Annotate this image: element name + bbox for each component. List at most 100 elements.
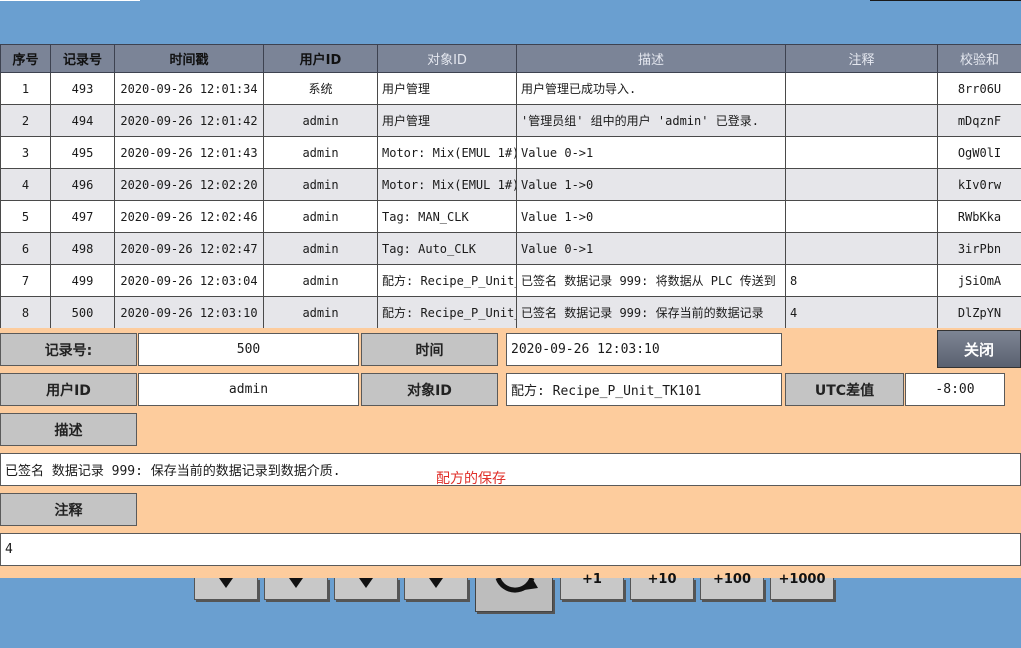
col-header-timestamp[interactable]: 时间戳 — [114, 44, 264, 73]
cell-comment — [785, 136, 938, 169]
comment-field[interactable]: 4 — [0, 533, 1021, 566]
object-label: 对象ID — [361, 373, 498, 406]
cell-description: Value 1->0 — [516, 168, 786, 201]
cell-checksum: DlZpYN — [937, 296, 1021, 329]
cell-timestamp: 2020-09-26 12:03:10 — [114, 296, 264, 329]
time-field[interactable]: 2020-09-26 12:03:10 — [506, 333, 782, 366]
col-header-index[interactable]: 序号 — [0, 44, 51, 73]
table-row[interactable]: 7 499 2020-09-26 12:03:04 admin 配方: Recipe_P… — [0, 264, 1021, 297]
col-header-record[interactable]: 记录号 — [50, 44, 115, 73]
cell-timestamp: 2020-09-26 12:02:47 — [114, 232, 264, 265]
cell-timestamp: 2020-09-26 12:02:20 — [114, 168, 264, 201]
cell-index: 4 — [0, 168, 51, 201]
cell-record: 494 — [50, 104, 115, 137]
col-header-object[interactable]: 对象ID — [377, 44, 517, 73]
cell-comment — [785, 168, 938, 201]
cell-timestamp: 2020-09-26 12:02:46 — [114, 200, 264, 233]
cell-user: admin — [263, 104, 378, 137]
cell-index: 6 — [0, 232, 51, 265]
cell-object: 配方: Recipe_P_Unit_ — [377, 296, 517, 329]
table-row[interactable]: 6 498 2020-09-26 12:02:47 admin Tag: Auto_CL… — [0, 232, 1021, 265]
cell-description: Value 1->0 — [516, 200, 786, 233]
nav-plus1000-label: +1000 — [778, 572, 826, 587]
table-row[interactable]: 1 493 2020-09-26 12:01:34 系统 用户管理 用户管理已成功导入. 8… — [0, 72, 1021, 105]
col-header-description[interactable]: 描述 — [516, 44, 786, 73]
table-row[interactable]: 4 496 2020-09-26 12:02:20 admin Motor: Mix(E… — [0, 168, 1021, 201]
nav-plus1000-button[interactable]: +1000 — [770, 572, 834, 600]
col-header-user[interactable]: 用户ID — [263, 44, 378, 73]
object-field[interactable]: 配方: Recipe_P_Unit_TK101 — [506, 373, 782, 406]
arrow-down-icon — [429, 578, 443, 588]
utc-label: UTC差值 — [785, 373, 904, 406]
cell-timestamp: 2020-09-26 12:01:34 — [114, 72, 264, 105]
refresh-button[interactable] — [475, 576, 553, 612]
cell-comment — [785, 104, 938, 137]
table-row[interactable]: 8 500 2020-09-26 12:03:10 admin 配方: Recipe_P… — [0, 296, 1021, 329]
top-bar — [0, 0, 1021, 44]
arrow-down-icon — [359, 578, 373, 588]
record-label: 记录号: — [0, 333, 137, 366]
cell-user: admin — [263, 168, 378, 201]
cell-record: 497 — [50, 200, 115, 233]
nav-plus10-button[interactable]: +10 — [630, 572, 694, 600]
cell-user: admin — [263, 264, 378, 297]
cell-user: admin — [263, 136, 378, 169]
cell-description: 已签名 数据记录 999: 将数据从 PLC 传送到 — [516, 264, 786, 297]
user-field[interactable]: admin — [138, 373, 359, 406]
nav-down-button-1[interactable] — [194, 578, 258, 600]
cell-checksum: RWbKka — [937, 200, 1021, 233]
cell-comment — [785, 232, 938, 265]
description-annotation: 配方的保存 — [436, 471, 506, 487]
nav-plus1-label: +1 — [582, 572, 602, 587]
utc-field[interactable]: -8:00 — [905, 373, 1005, 406]
cell-timestamp: 2020-09-26 12:03:04 — [114, 264, 264, 297]
cell-index: 5 — [0, 200, 51, 233]
cell-object: Tag: Auto_CLK — [377, 232, 517, 265]
description-field[interactable]: 已签名 数据记录 999: 保存当前的数据记录到数据介质. — [0, 453, 1021, 486]
cell-user: admin — [263, 296, 378, 329]
comment-label: 注释 — [0, 493, 137, 526]
cell-record: 498 — [50, 232, 115, 265]
record-field[interactable]: 500 — [138, 333, 359, 366]
nav-down-button-2[interactable] — [264, 578, 328, 600]
cell-object: 用户管理 — [377, 72, 517, 105]
cell-comment: 4 — [785, 296, 938, 329]
cell-object: Motor: Mix(EMUL 1#) — [377, 136, 517, 169]
cell-checksum: mDqznF — [937, 104, 1021, 137]
top-divider — [0, 0, 140, 1]
cell-record: 495 — [50, 136, 115, 169]
cell-checksum: kIv0rw — [937, 168, 1021, 201]
nav-plus100-button[interactable]: +100 — [700, 572, 764, 600]
cell-description: Value 0->1 — [516, 232, 786, 265]
col-header-comment[interactable]: 注释 — [785, 44, 938, 73]
nav-plus1-button[interactable]: +1 — [560, 572, 624, 600]
cell-object: 用户管理 — [377, 104, 517, 137]
table-row[interactable]: 5 497 2020-09-26 12:02:46 admin Tag: MAN_CLK… — [0, 200, 1021, 233]
top-divider-dark — [870, 0, 1021, 1]
col-header-checksum[interactable]: 校验和 — [937, 44, 1021, 73]
table-row[interactable]: 2 494 2020-09-26 12:01:42 admin 用户管理 '管理员组' 组… — [0, 104, 1021, 137]
cell-index: 3 — [0, 136, 51, 169]
cell-checksum: OgW0lI — [937, 136, 1021, 169]
cell-description: '管理员组' 组中的用户 'admin' 已登录. — [516, 104, 786, 137]
cell-comment — [785, 200, 938, 233]
cell-record: 500 — [50, 296, 115, 329]
cell-index: 7 — [0, 264, 51, 297]
close-button[interactable]: 关闭 — [937, 330, 1021, 368]
nav-plus10-label: +10 — [647, 572, 677, 587]
cell-description: 已签名 数据记录 999: 保存当前的数据记录 — [516, 296, 786, 329]
cell-object: 配方: Recipe_P_Unit_ — [377, 264, 517, 297]
cell-index: 2 — [0, 104, 51, 137]
table-row[interactable]: 3 495 2020-09-26 12:01:43 admin Motor: Mix(E… — [0, 136, 1021, 169]
table-header-row: 序号 记录号 时间戳 用户ID 对象ID 描述 注释 校验和 — [0, 44, 1021, 73]
nav-plus100-label: +100 — [712, 572, 752, 587]
nav-down-button-4[interactable] — [404, 578, 468, 600]
cell-record: 496 — [50, 168, 115, 201]
cell-object: Tag: MAN_CLK — [377, 200, 517, 233]
nav-down-button-3[interactable] — [334, 578, 398, 600]
cell-user: admin — [263, 232, 378, 265]
cell-checksum: 3irPbn — [937, 232, 1021, 265]
audit-log-table: 序号 记录号 时间戳 用户ID 对象ID 描述 注释 校验和 1 493 2020-… — [0, 44, 1021, 329]
cell-index: 8 — [0, 296, 51, 329]
cell-timestamp: 2020-09-26 12:01:43 — [114, 136, 264, 169]
